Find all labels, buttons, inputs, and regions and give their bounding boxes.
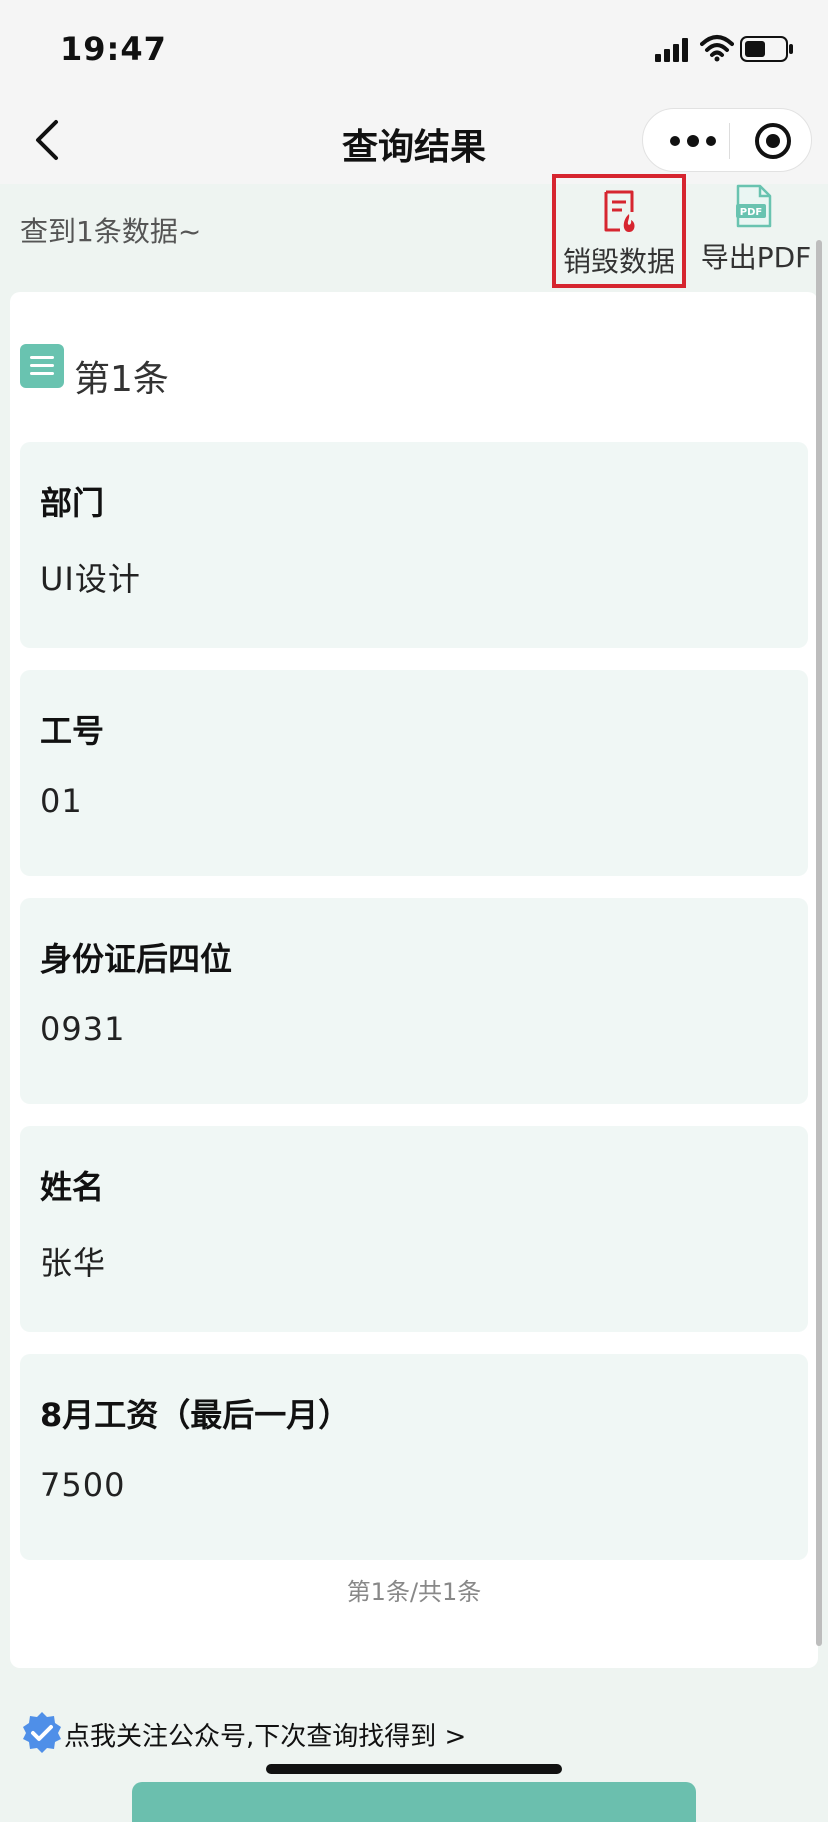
export-pdf-button[interactable]: PDF 导出PDF bbox=[694, 184, 814, 284]
wifi-icon bbox=[700, 35, 734, 62]
field-label: 身份证后四位 bbox=[40, 940, 233, 978]
field-value: 7500 bbox=[40, 1466, 126, 1504]
more-icon[interactable] bbox=[665, 129, 725, 153]
battery-icon bbox=[740, 36, 793, 62]
field-employee-id: 工号 01 bbox=[20, 670, 808, 876]
destroy-document-icon bbox=[604, 190, 635, 232]
field-label: 姓名 bbox=[40, 1168, 105, 1206]
cellular-signal-icon bbox=[655, 38, 688, 62]
export-pdf-label: 导出PDF bbox=[700, 241, 812, 274]
field-id-last-four: 身份证后四位 0931 bbox=[20, 898, 808, 1104]
destroy-data-button[interactable]: 销毁数据 bbox=[552, 174, 686, 288]
field-label: 8月工资（最后一月） bbox=[40, 1396, 351, 1434]
pdf-file-icon: PDF bbox=[736, 184, 772, 228]
top-area: 19:47 查询结果 bbox=[0, 0, 828, 184]
field-name: 姓名 张华 bbox=[20, 1126, 808, 1332]
result-count-text: 查到1条数据~ bbox=[20, 215, 202, 248]
field-value: 张华 bbox=[40, 1244, 107, 1282]
pdf-icon-text: PDF bbox=[740, 207, 762, 218]
scrollbar[interactable] bbox=[816, 240, 822, 1646]
field-label: 工号 bbox=[40, 712, 105, 750]
field-value: 0931 bbox=[40, 1010, 126, 1048]
field-value: UI设计 bbox=[40, 560, 141, 598]
destroy-data-label: 销毁数据 bbox=[562, 245, 675, 278]
field-value: 01 bbox=[40, 782, 83, 820]
field-label: 部门 bbox=[40, 484, 105, 522]
field-department: 部门 UI设计 bbox=[20, 442, 808, 648]
navigation-bar: 查询结果 bbox=[0, 100, 828, 184]
result-card: 第1条 部门 UI设计 工号 01 身份证后四位 0931 姓名 张华 8月工资… bbox=[10, 292, 818, 1668]
record-title: 第1条 bbox=[74, 359, 169, 400]
list-icon bbox=[20, 344, 64, 388]
home-indicator bbox=[266, 1764, 562, 1774]
status-bar: 19:47 bbox=[0, 0, 828, 100]
bottom-action-button[interactable] bbox=[132, 1782, 696, 1822]
pagination-text: 第1条/共1条 bbox=[346, 1578, 482, 1606]
field-august-salary: 8月工资（最后一月） 7500 bbox=[20, 1354, 808, 1560]
capsule-divider bbox=[729, 123, 730, 159]
verified-badge-icon bbox=[23, 1712, 61, 1753]
mini-program-capsule bbox=[642, 108, 812, 172]
close-miniprogram-icon[interactable] bbox=[753, 121, 793, 161]
status-time: 19:47 bbox=[60, 30, 167, 68]
follow-text: 点我关注公众号,下次查询找得到 > bbox=[64, 1722, 467, 1752]
